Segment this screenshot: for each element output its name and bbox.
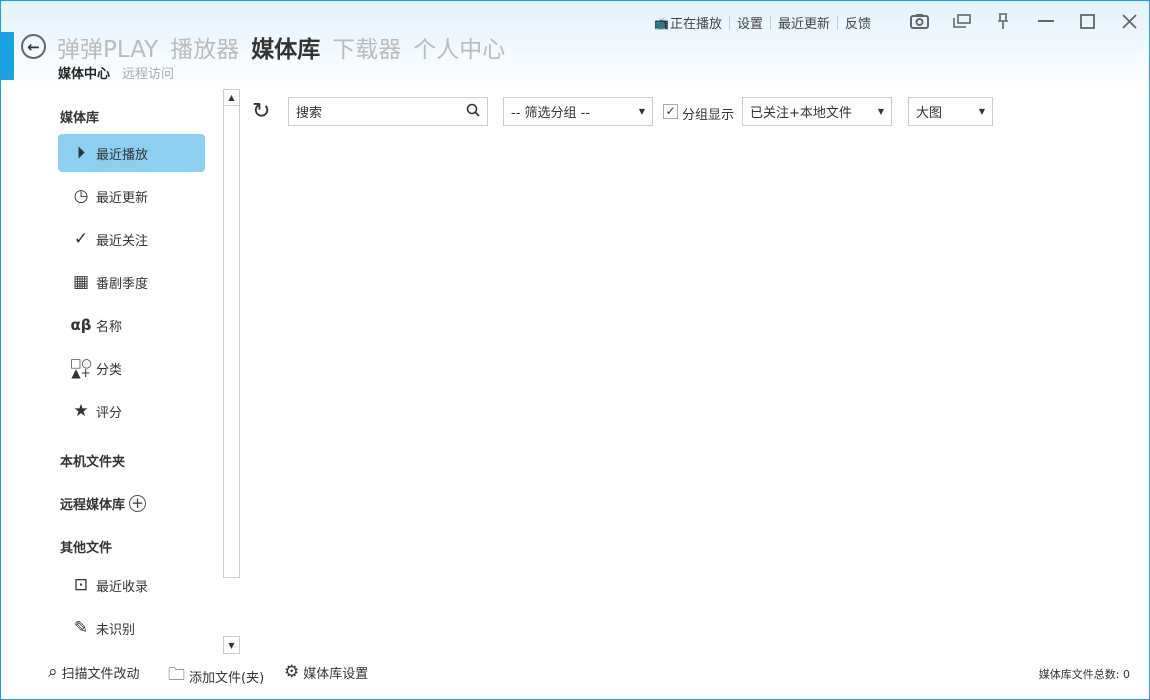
group-display-label: 分组显示	[682, 108, 735, 123]
folder-add-icon: 🗀	[168, 665, 185, 685]
star-half-icon: ★	[73, 401, 89, 421]
sidebar-item-recent-added[interactable]: ⊡ 最近收录	[58, 566, 205, 604]
play-circle-icon: ⏵	[76, 143, 86, 163]
sidebar-scrollbar[interactable]: ▲	[223, 89, 240, 578]
nav-profile[interactable]: 个人中心	[413, 30, 505, 64]
library-total-count: 媒体库文件总数: 0	[1038, 668, 1130, 681]
search-icon[interactable]	[466, 103, 480, 121]
maximize-icon[interactable]	[1075, 10, 1099, 32]
nav-library[interactable]: 媒体库	[251, 30, 320, 64]
arrow-left-icon: ←	[27, 37, 40, 56]
nav-dandanplay[interactable]: 弹弹PLAY	[57, 30, 158, 64]
library-settings-button[interactable]: ⚙ 媒体库设置	[284, 662, 368, 682]
sub-nav: 媒体中心 远程访问	[58, 63, 174, 82]
pin-icon[interactable]	[991, 10, 1015, 32]
sidebar-item-recent-update[interactable]: ◷ 最近更新	[58, 177, 205, 215]
group-filter-select[interactable]: -- 筛选分组 -- ▼	[503, 97, 653, 126]
add-box-icon: ⊡	[73, 575, 89, 595]
link-settings[interactable]: 设置	[737, 13, 763, 32]
tab-remote-access[interactable]: 远程访问	[122, 63, 174, 82]
nav-player[interactable]: 播放器	[170, 30, 239, 64]
chevron-down-icon: ▼	[978, 107, 985, 116]
gear-icon: ⚙	[284, 662, 300, 682]
chevron-down-icon: ▼	[877, 107, 884, 116]
group-display-checkbox[interactable]: ✓	[663, 104, 678, 119]
sidebar-item-name[interactable]: αβ 名称	[58, 306, 205, 344]
minimize-icon[interactable]	[1034, 10, 1058, 32]
link-recent-updates[interactable]: 最近更新	[778, 13, 830, 32]
mini-window-icon[interactable]	[950, 10, 974, 32]
magic-wand-icon: ✎	[73, 618, 89, 638]
sidebar-item-recent-follow[interactable]: ✓ 最近关注	[58, 220, 205, 258]
refresh-icon[interactable]: ↻	[252, 99, 270, 124]
scroll-up-button[interactable]: ▲	[224, 90, 239, 106]
nav-downloader[interactable]: 下载器	[332, 30, 401, 64]
clock-refresh-icon: ◷	[73, 186, 89, 206]
section-library: 媒体库	[60, 111, 100, 126]
scan-changes-button[interactable]: ⌕ 扫描文件改动	[48, 662, 140, 682]
add-files-button[interactable]: 🗀 添加文件(夹)	[168, 662, 264, 691]
source-filter-select[interactable]: 已关注+本地文件 ▼	[742, 97, 892, 126]
back-button[interactable]: ←	[21, 34, 46, 59]
tab-media-center[interactable]: 媒体中心	[58, 63, 110, 82]
sidebar-item-unrecognized[interactable]: ✎ 未识别	[58, 609, 205, 647]
scan-search-icon: ⌕	[48, 662, 58, 682]
search-input[interactable]: 搜索	[288, 97, 488, 126]
sidebar-item-rating[interactable]: ★ 评分	[58, 392, 205, 430]
view-mode-select[interactable]: 大图 ▼	[908, 97, 993, 126]
sidebar-item-category[interactable]: □○ ▲+ 分类	[58, 349, 205, 387]
sidebar-item-season[interactable]: ▦ 番剧季度	[58, 263, 205, 301]
accent-bar	[0, 32, 14, 80]
top-links: 📺 正在播放 设置 最近更新 反馈	[654, 13, 871, 32]
alpha-beta-icon: αβ	[70, 316, 92, 334]
section-remote-library: 远程媒体库 +	[60, 494, 147, 513]
shapes-icon: □○ ▲+	[70, 356, 92, 380]
camera-icon[interactable]	[907, 10, 931, 32]
main-nav: 弹弹PLAY 播放器 媒体库 下载器 个人中心	[57, 30, 505, 64]
add-remote-button[interactable]: +	[129, 495, 147, 512]
section-other-files: 其他文件	[60, 541, 113, 556]
scroll-down-button[interactable]: ▼	[223, 636, 240, 654]
link-now-playing[interactable]: 正在播放	[670, 13, 722, 32]
section-local-folders[interactable]: 本机文件夹	[60, 451, 125, 470]
sidebar-item-recent-play[interactable]: ⏵ 最近播放	[58, 134, 205, 172]
link-feedback[interactable]: 反馈	[845, 13, 871, 32]
tv-icon: 📺	[654, 15, 669, 30]
close-icon[interactable]	[1117, 10, 1141, 32]
chevron-down-icon: ▼	[638, 107, 645, 116]
calendar-icon: ▦	[72, 272, 90, 292]
check-plus-icon: ✓	[73, 229, 89, 249]
